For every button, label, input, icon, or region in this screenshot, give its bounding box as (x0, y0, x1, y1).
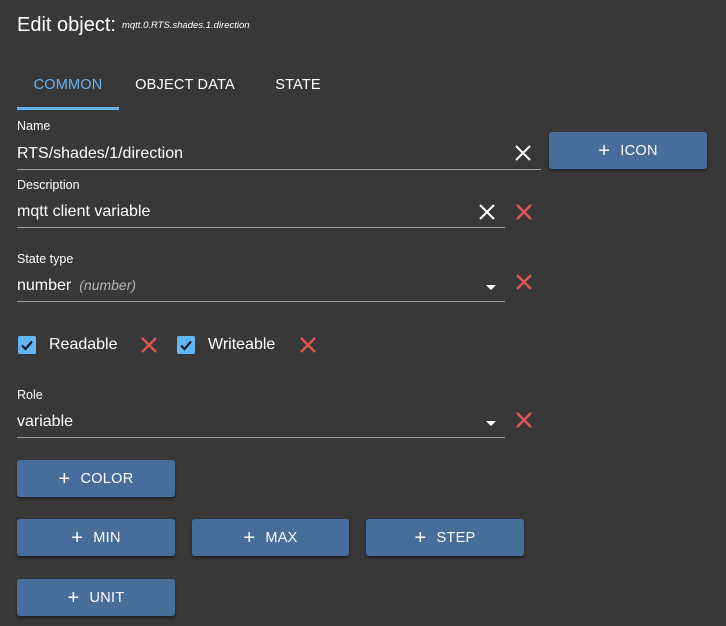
remove-state-type-icon[interactable] (514, 272, 534, 292)
add-max-button[interactable]: + MAX (192, 519, 349, 556)
add-icon-label: ICON (620, 142, 658, 159)
page-title: Edit object: mqtt.0.RTS.shades.1.directio… (17, 14, 250, 37)
tab-state[interactable]: STATE (252, 64, 344, 110)
caret-down-icon[interactable] (484, 416, 498, 430)
name-label: Name (17, 119, 51, 133)
name-field[interactable]: RTS/shades/1/direction (17, 141, 541, 170)
state-type-value-wrap: number (number) (17, 277, 136, 295)
role-value: variable (17, 413, 74, 430)
add-step-button[interactable]: + STEP (366, 519, 524, 556)
add-unit-label: UNIT (89, 589, 125, 606)
writeable-checkbox[interactable] (177, 336, 195, 354)
add-max-label: MAX (265, 529, 298, 546)
state-type-label: State type (17, 252, 74, 266)
name-value: RTS/shades/1/direction (17, 145, 184, 162)
role-label: Role (17, 388, 43, 402)
plus-icon: + (598, 139, 611, 162)
add-min-button[interactable]: + MIN (17, 519, 175, 556)
tab-common[interactable]: COMMON (17, 64, 119, 110)
writeable-label: Writeable (208, 336, 276, 353)
description-value: mqtt client variable (17, 203, 151, 220)
remove-description-icon[interactable] (514, 202, 534, 222)
caret-down-icon[interactable] (484, 280, 498, 294)
state-type-value: number (17, 277, 72, 294)
remove-role-icon[interactable] (514, 410, 534, 430)
state-type-hint: (number) (79, 277, 137, 293)
readable-checkbox[interactable] (18, 336, 36, 354)
readable-label: Readable (49, 336, 118, 353)
tab-indicator (17, 107, 119, 110)
add-step-label: STEP (436, 529, 476, 546)
add-unit-button[interactable]: + UNIT (17, 579, 175, 616)
description-field[interactable]: mqtt client variable (17, 199, 505, 228)
state-type-select[interactable]: number (number) (17, 273, 505, 302)
clear-description-icon[interactable] (478, 203, 496, 221)
clear-name-icon[interactable] (514, 144, 532, 162)
plus-icon: + (58, 467, 71, 490)
add-color-label: COLOR (80, 470, 134, 487)
role-select[interactable]: variable (17, 409, 505, 438)
add-color-button[interactable]: + COLOR (17, 460, 175, 497)
add-min-label: MIN (93, 529, 121, 546)
plus-icon: + (67, 586, 80, 609)
tab-object-data[interactable]: OBJECT DATA (122, 64, 248, 110)
plus-icon: + (414, 526, 427, 549)
object-id: mqtt.0.RTS.shades.1.direction (121, 20, 250, 31)
remove-writeable-icon[interactable] (298, 335, 318, 355)
title-text: Edit object: (17, 14, 116, 36)
plus-icon: + (71, 526, 84, 549)
add-icon-button[interactable]: + ICON (549, 132, 707, 169)
description-label: Description (17, 178, 80, 192)
plus-icon: + (243, 526, 256, 549)
remove-readable-icon[interactable] (139, 335, 159, 355)
